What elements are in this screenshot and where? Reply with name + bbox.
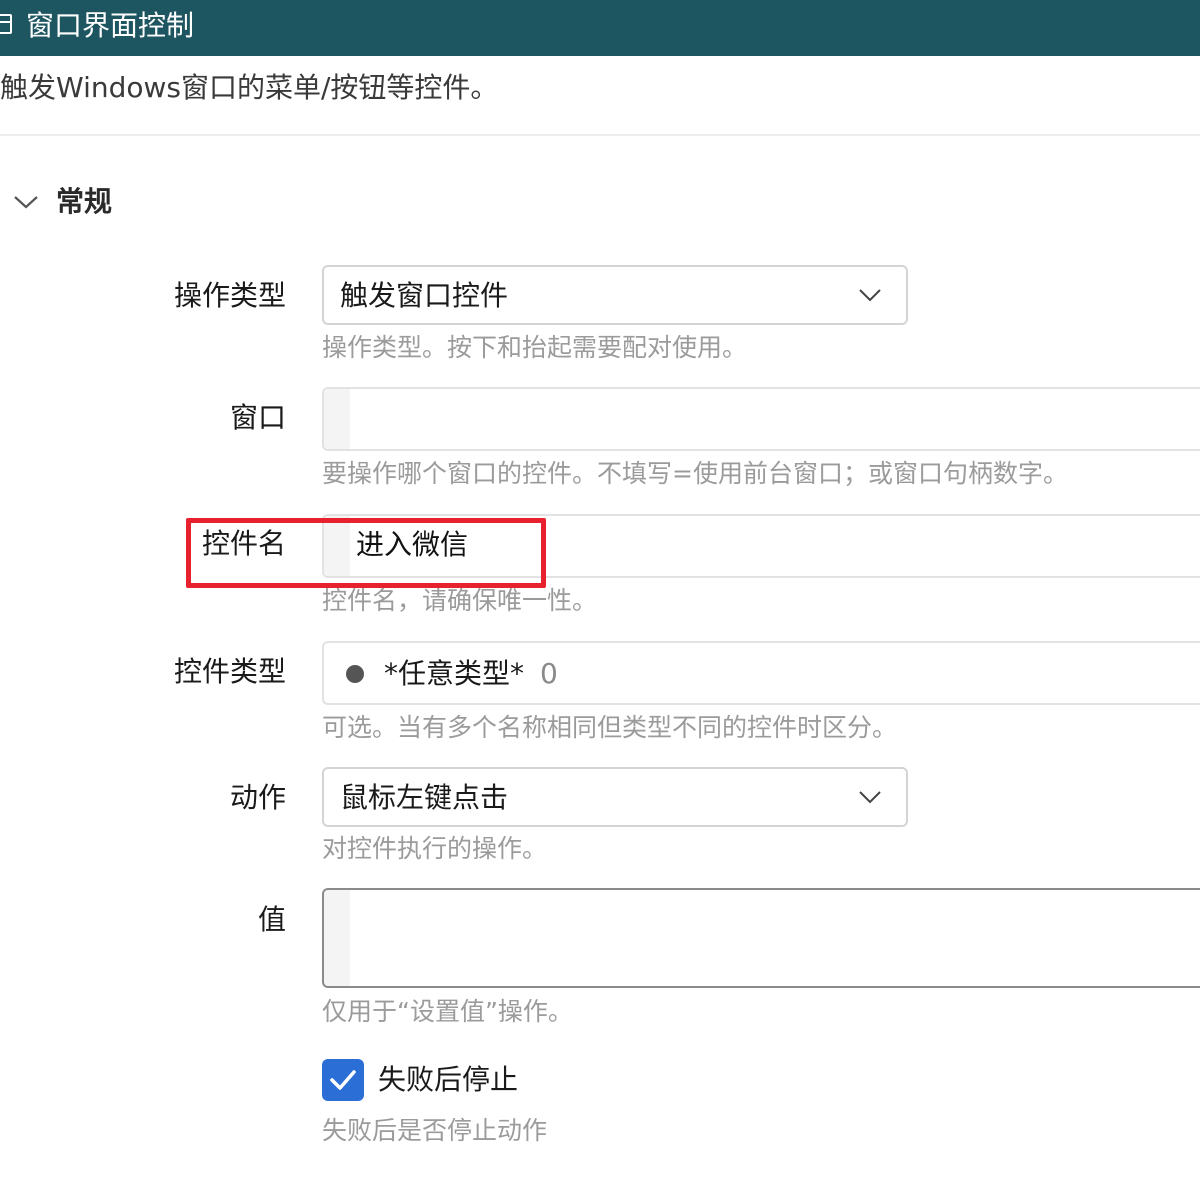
window-icon — [0, 14, 12, 34]
stop-on-fail-label[interactable]: 失败后停止 — [378, 1060, 518, 1100]
action-select[interactable]: 鼠标左键点击 — [322, 767, 908, 827]
chevron-down-icon[interactable] — [12, 192, 40, 212]
op-type-value: 触发窗口控件 — [340, 279, 509, 312]
title-bar: 窗口界面控制 — [0, 0, 1200, 56]
plugin-description: 触发Windows窗口的菜单/按钮等控件。 — [0, 71, 499, 104]
action-hint: 对控件执行的操作。 — [322, 834, 548, 863]
window-title: 窗口界面控制 — [26, 9, 195, 42]
stop-on-fail-hint: 失败后是否停止动作 — [322, 1116, 548, 1145]
control-type-hint: 可选。当有多个名称相同但类型不同的控件时区分。 — [322, 713, 898, 742]
action-label: 动作 — [229, 781, 286, 814]
window-hint: 要操作哪个窗口的控件。不填写=使用前台窗口；或窗口句柄数字。 — [322, 459, 1068, 488]
control-type-value: *任意类型* — [384, 657, 525, 690]
op-type-select[interactable]: 触发窗口控件 — [322, 265, 908, 325]
section-title-general[interactable]: 常规 — [56, 182, 112, 222]
window-label: 窗口 — [229, 401, 286, 434]
value-hint: 仅用于“设置值”操作。 — [322, 997, 573, 1026]
type-dot-icon — [346, 665, 364, 683]
control-type-label: 控件类型 — [173, 655, 286, 688]
op-type-hint: 操作类型。按下和抬起需要配对使用。 — [322, 333, 748, 362]
value-label: 值 — [257, 903, 286, 936]
divider — [0, 134, 1200, 136]
value-textarea[interactable] — [322, 888, 1200, 988]
control-type-picker[interactable]: *任意类型* 0 — [322, 641, 1200, 705]
window-input[interactable] — [322, 387, 1200, 451]
stop-on-fail-checkbox[interactable] — [322, 1059, 364, 1101]
chevron-down-icon — [859, 289, 881, 302]
op-type-label: 操作类型 — [173, 279, 286, 312]
chevron-down-icon — [859, 791, 881, 804]
annotation-highlight-box — [186, 518, 546, 588]
checkmark-icon — [330, 1070, 356, 1090]
control-name-hint: 控件名，请确保唯一性。 — [322, 586, 598, 615]
action-value: 鼠标左键点击 — [340, 781, 509, 814]
control-type-count: 0 — [540, 657, 558, 690]
